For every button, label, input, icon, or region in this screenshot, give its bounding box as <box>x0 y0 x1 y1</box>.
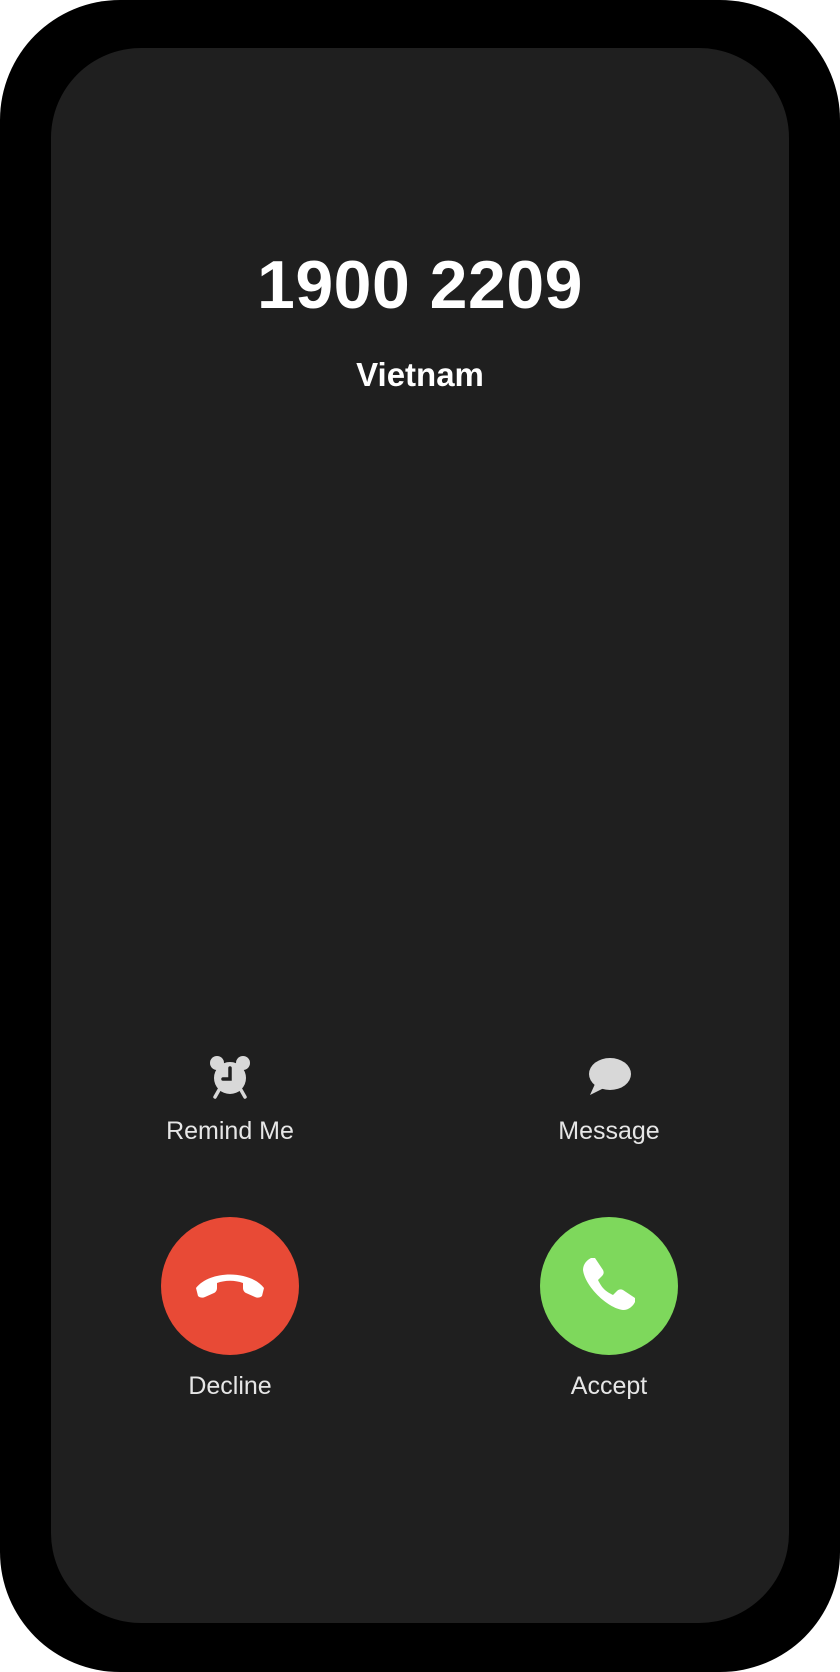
decline-circle[interactable] <box>161 1217 299 1355</box>
alarm-clock-icon <box>206 1052 254 1100</box>
speech-bubble-icon <box>585 1052 633 1100</box>
remind-me-label: Remind Me <box>166 1117 294 1145</box>
phone-icon <box>577 1252 641 1321</box>
caller-location: Vietnam <box>356 356 484 393</box>
accept-button[interactable]: Accept <box>519 1217 699 1401</box>
message-label: Message <box>558 1117 660 1145</box>
accept-label: Accept <box>570 1372 648 1400</box>
accept-circle[interactable] <box>540 1217 678 1355</box>
decline-label: Decline <box>188 1372 272 1400</box>
caller-number: 1900 2209 <box>257 247 583 323</box>
message-button[interactable]: Message <box>519 1052 699 1146</box>
decline-button[interactable]: Decline <box>140 1217 320 1401</box>
phone-hangup-icon <box>190 1264 270 1309</box>
remind-me-button[interactable]: Remind Me <box>140 1052 320 1146</box>
